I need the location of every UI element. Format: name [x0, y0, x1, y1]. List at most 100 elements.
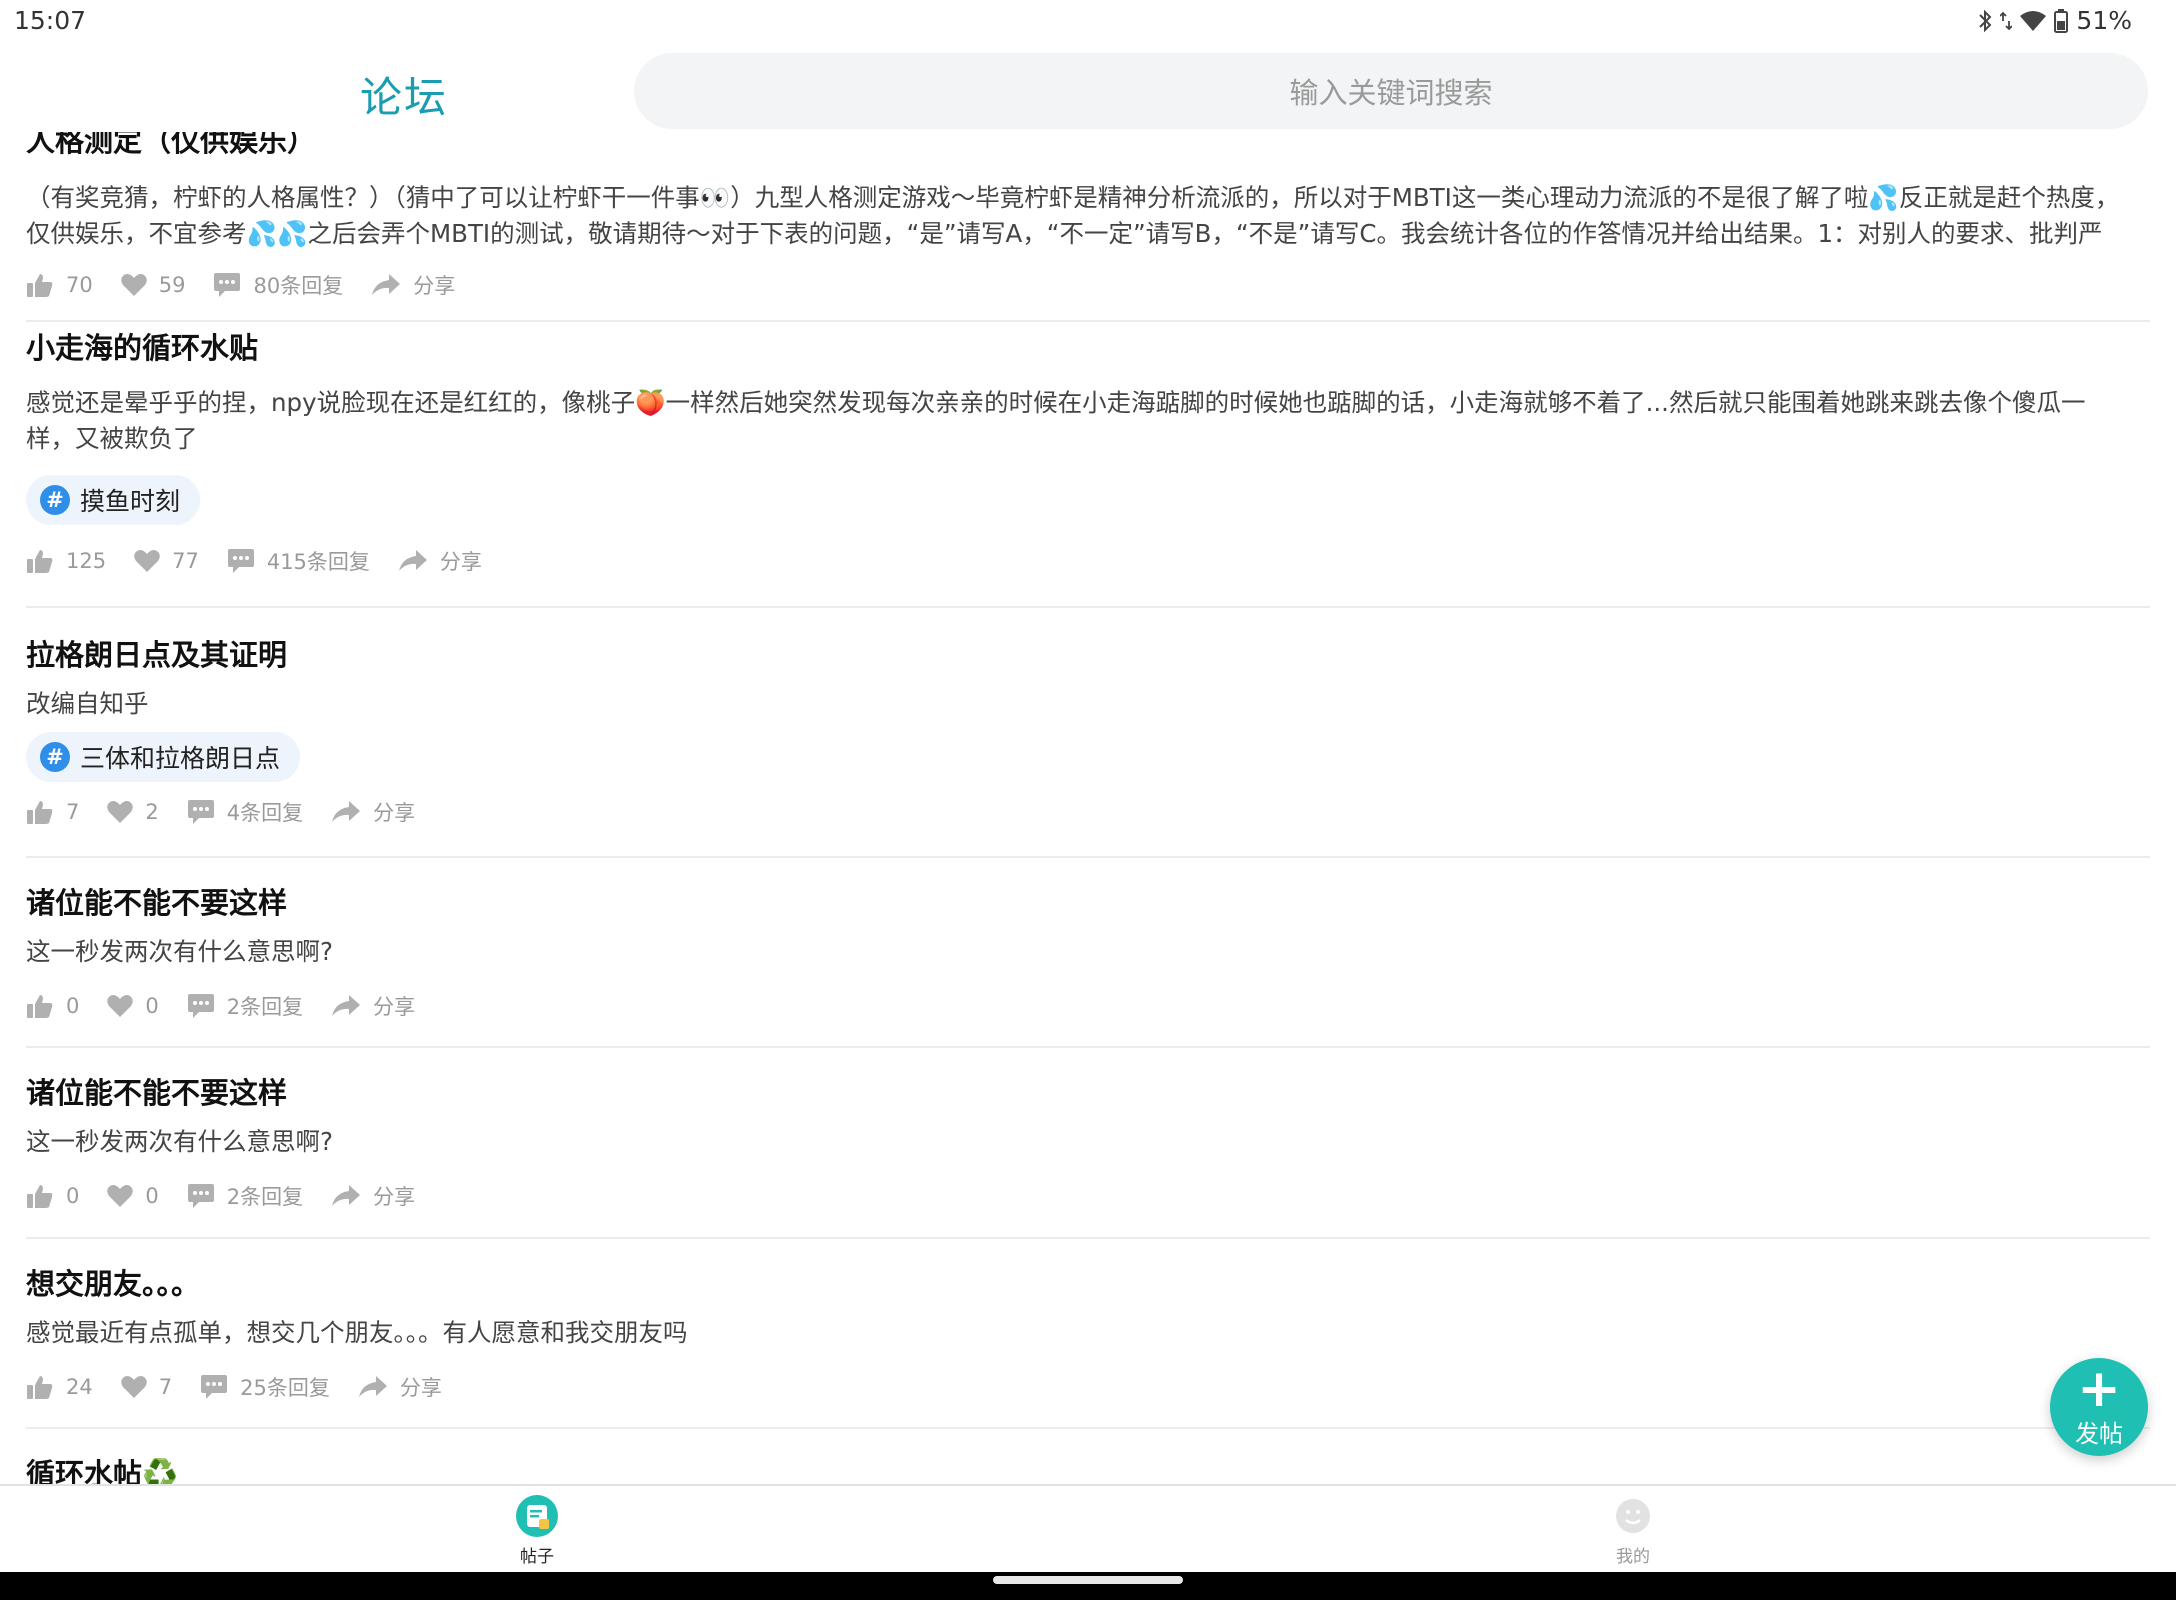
post-item[interactable]: 诸位能不能不要这样 这一秒发两次有什么意思啊? 0 0 2条回复 分享	[26, 1048, 2150, 1239]
share-icon	[358, 1376, 387, 1397]
battery-icon	[2054, 8, 2069, 33]
share-label: 分享	[373, 801, 416, 825]
like-button[interactable]: 0	[26, 993, 79, 1019]
share-button[interactable]: 分享	[331, 991, 415, 1021]
comment-icon	[187, 1184, 214, 1208]
wifi-icon	[2020, 10, 2047, 32]
post-item[interactable]: 诸位能不能不要这样 这一秒发两次有什么意思啊? 0 0 2条回复 分享	[26, 858, 2150, 1048]
post-item[interactable]: 小走海的循环水贴 感觉还是晕乎乎的捏，npy说脸现在还是红红的，像桃子🍑一样然后…	[26, 325, 2150, 608]
like-button[interactable]: 70	[26, 272, 93, 298]
topic-tag[interactable]: # 三体和拉格朗日点	[26, 732, 301, 782]
favorite-button[interactable]: 2	[107, 800, 159, 824]
heart-icon	[120, 1376, 147, 1398]
post-item[interactable]: 循环水帖♻️	[26, 1429, 2150, 1484]
post-title: 想交朋友。。。	[26, 1267, 201, 1301]
reply-count: 25条回复	[240, 1376, 330, 1400]
post-body: 改编自知乎	[26, 689, 149, 718]
post-item[interactable]: 拉格朗日点及其证明 改编自知乎 # 三体和拉格朗日点 7 2 4条回复 分享	[26, 608, 2150, 858]
post-title: 人格测定（仅供娱乐）	[26, 132, 317, 158]
post-actions: 0 0 2条回复 分享	[26, 988, 443, 1024]
posts-tab-icon	[516, 1495, 558, 1537]
bluetooth-icon	[1978, 9, 1992, 33]
post-title: 小走海的循环水贴	[26, 331, 259, 365]
post-title: 诸位能不能不要这样	[26, 886, 288, 920]
tag-label: 三体和拉格朗日点	[80, 744, 281, 773]
search-placeholder: 输入关键词搜索	[1289, 76, 1493, 110]
reply-count: 80条回复	[253, 274, 344, 298]
favorite-count: 0	[145, 1184, 159, 1208]
share-icon	[332, 995, 361, 1016]
comment-icon	[201, 1375, 228, 1399]
share-icon	[332, 1185, 361, 1206]
post-title: 诸位能不能不要这样	[26, 1076, 288, 1110]
share-label: 分享	[439, 550, 482, 574]
share-button[interactable]: 分享	[331, 1181, 415, 1211]
tab-posts-label: 帖子	[520, 1547, 554, 1567]
comment-icon	[227, 549, 254, 573]
new-post-label: 发帖	[2075, 1419, 2123, 1448]
favorite-button[interactable]: 59	[120, 273, 186, 297]
reply-button[interactable]: 80条回复	[213, 270, 343, 300]
post-body: 感觉最近有点孤单，想交几个朋友。。。有人愿意和我交朋友吗	[26, 1318, 688, 1347]
like-count: 7	[66, 800, 80, 824]
thumbs-up-icon	[27, 995, 53, 1018]
reply-button[interactable]: 2条回复	[187, 991, 303, 1021]
post-body: 这一秒发两次有什么意思啊?	[26, 1127, 334, 1156]
hashtag-icon: #	[40, 485, 70, 515]
post-feed[interactable]: 人格测定（仅供娱乐） （有奖竞猜，柠虾的人格属性？）（猜中了可以让柠虾干一件事👀…	[0, 132, 2176, 1484]
reply-button[interactable]: 415条回复	[227, 546, 370, 576]
share-button[interactable]: 分享	[358, 1372, 442, 1402]
comment-icon	[187, 994, 214, 1018]
bottom-nav: 帖子 我的	[0, 1484, 2176, 1572]
like-button[interactable]: 7	[26, 799, 79, 825]
battery-percent: 51%	[2076, 6, 2132, 35]
share-button[interactable]: 分享	[398, 546, 482, 576]
like-count: 70	[66, 273, 93, 297]
like-button[interactable]: 125	[26, 548, 106, 574]
topic-tag[interactable]: # 摸鱼时刻	[26, 475, 201, 525]
data-arrows-icon	[2000, 9, 2013, 33]
like-count: 24	[66, 1375, 93, 1399]
tab-mine-label: 我的	[1616, 1547, 1650, 1567]
like-button[interactable]: 24	[26, 1374, 93, 1400]
favorite-count: 2	[145, 800, 159, 824]
new-post-button[interactable]: + 发帖	[2050, 1358, 2148, 1456]
share-icon	[398, 550, 427, 571]
thumbs-up-icon	[27, 1376, 53, 1399]
like-button[interactable]: 0	[26, 1183, 79, 1209]
favorite-count: 59	[158, 273, 186, 297]
share-icon	[332, 801, 361, 822]
reply-count: 415条回复	[266, 550, 370, 574]
page-title: 论坛	[360, 73, 449, 122]
reply-count: 2条回复	[226, 995, 304, 1019]
post-title: 拉格朗日点及其证明	[26, 638, 288, 672]
tab-posts[interactable]: 帖子	[515, 1494, 559, 1567]
post-actions: 0 0 2条回复 分享	[26, 1178, 443, 1214]
comment-icon	[214, 273, 241, 297]
post-item[interactable]: 人格测定（仅供娱乐） （有奖竞猜，柠虾的人格属性？）（猜中了可以让柠虾干一件事👀…	[26, 132, 2150, 322]
reply-button[interactable]: 4条回复	[187, 797, 303, 827]
search-input[interactable]: 输入关键词搜索	[634, 53, 2148, 129]
like-count: 0	[66, 1184, 80, 1208]
tab-mine[interactable]: 我的	[1611, 1494, 1655, 1567]
reply-button[interactable]: 2条回复	[187, 1181, 303, 1211]
app-header: 论坛 输入关键词搜索	[0, 50, 2176, 132]
share-label: 分享	[399, 1376, 442, 1400]
share-icon	[372, 274, 401, 295]
home-gesture-handle[interactable]	[993, 1576, 1183, 1584]
share-label: 分享	[373, 995, 416, 1019]
post-item[interactable]: 想交朋友。。。 感觉最近有点孤单，想交几个朋友。。。有人愿意和我交朋友吗 24 …	[26, 1239, 2150, 1429]
post-body: 感觉还是晕乎乎的捏，npy说脸现在还是红红的，像桃子🍑一样然后她突然发现每次亲亲…	[26, 388, 2086, 453]
post-actions: 24 7 25条回复 分享	[26, 1369, 470, 1405]
post-actions: 70 59 80条回复 分享	[26, 267, 483, 303]
share-button[interactable]: 分享	[331, 797, 415, 827]
reply-button[interactable]: 25条回复	[200, 1372, 330, 1402]
comment-icon	[187, 800, 214, 824]
share-label: 分享	[413, 274, 456, 298]
favorite-button[interactable]: 7	[120, 1375, 172, 1399]
share-button[interactable]: 分享	[371, 270, 455, 300]
share-label: 分享	[373, 1185, 416, 1209]
favorite-button[interactable]: 77	[134, 549, 199, 573]
favorite-button[interactable]: 0	[107, 994, 159, 1018]
favorite-button[interactable]: 0	[107, 1184, 159, 1208]
